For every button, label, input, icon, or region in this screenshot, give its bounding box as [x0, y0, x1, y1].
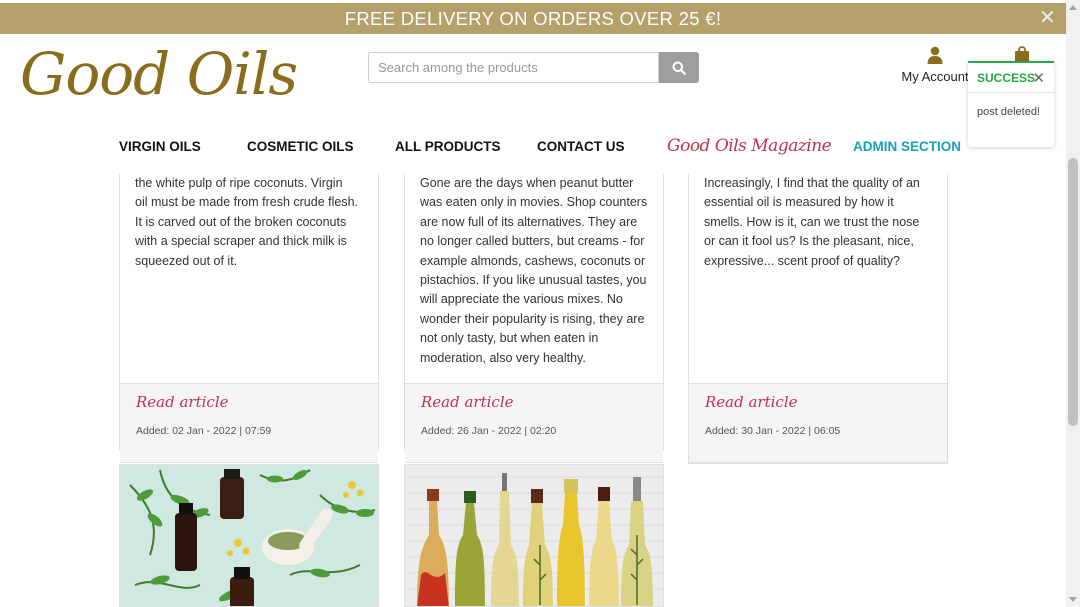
excerpt-line: oil must be made from fresh crude flesh.: [135, 195, 359, 210]
excerpt-line: will appreciate the various mixes. No: [420, 292, 623, 307]
card-footer: Read article Added: 26 Jan - 2022 | 02:2…: [405, 383, 663, 463]
card-footer: Read article Added: 02 Jan - 2022 | 07:5…: [120, 383, 378, 463]
excerpt-line: Gone are the days when peanut butter: [420, 176, 634, 190]
card-footer: Read article Added: 30 Jan - 2022 | 06:0…: [689, 383, 947, 463]
promo-close-icon[interactable]: ✕: [1039, 3, 1056, 34]
scroll-up-icon[interactable]: [1069, 5, 1077, 10]
site-logo[interactable]: Good Oils: [20, 40, 298, 108]
read-article-link[interactable]: Read article: [421, 393, 514, 411]
toast-title: SUCCESS: [977, 71, 1036, 85]
herbs-oils-illustration: [120, 465, 378, 606]
article-card: the white pulp of ripe coconuts. Virgin …: [119, 174, 379, 463]
search-input[interactable]: [368, 52, 659, 83]
excerpt-line: It is carved out of the broken coconuts: [135, 214, 347, 229]
promo-banner: FREE DELIVERY ON ORDERS OVER 25 €! ✕: [0, 3, 1066, 34]
user-icon: [927, 46, 943, 64]
search-icon: [672, 61, 686, 75]
toast-message: post deleted!: [977, 106, 1040, 118]
main-nav: VIRGIN OILS COSMETIC OILS ALL PRODUCTS C…: [0, 136, 1066, 159]
excerpt-line: expressive... scent proof of quality?: [704, 253, 900, 268]
nav-virgin-oils[interactable]: VIRGIN OILS: [119, 139, 201, 154]
added-date: Added: 26 Jan - 2022 | 02:20: [421, 425, 557, 437]
excerpt-line: the white pulp of ripe coconuts. Virgin: [135, 176, 343, 190]
promo-text: FREE DELIVERY ON ORDERS OVER 25 €!: [344, 8, 722, 29]
shopping-bag-icon[interactable]: [1014, 46, 1030, 62]
excerpt-line: was eaten only in movies. Shop counters: [420, 195, 648, 210]
added-date: Added: 30 Jan - 2022 | 06:05: [705, 425, 841, 437]
excerpt-line: Increasingly, I find that the quality of…: [704, 176, 920, 190]
excerpt-line: with a special scraper and thick milk is: [135, 234, 347, 249]
oil-bottles-image[interactable]: [404, 464, 664, 607]
article-card: Gone are the days when peanut butter was…: [404, 174, 664, 463]
nav-cosmetic-oils[interactable]: COSMETIC OILS: [247, 139, 354, 154]
excerpt-line: are now full of its alternatives. They a…: [420, 214, 638, 229]
excerpt-line: squeezed out of it.: [135, 253, 238, 268]
excerpt-line: example almonds, cashews, coconuts or: [420, 253, 646, 268]
excerpt-line: not only tasty, but when eaten in: [420, 331, 599, 346]
article-excerpt: the white pulp of ripe coconuts. Virgin …: [120, 174, 378, 271]
excerpt-line: no longer called butters, but creams - f…: [420, 234, 645, 249]
article-excerpt: Gone are the days when peanut butter was…: [405, 174, 663, 368]
added-date: Added: 02 Jan - 2022 | 07:59: [136, 425, 272, 437]
page-scrollbar[interactable]: [1066, 0, 1080, 607]
my-account-label: My Account: [901, 69, 969, 84]
excerpt-line: essential oil is measured by how it: [704, 195, 894, 210]
nav-magazine[interactable]: Good Oils Magazine: [667, 136, 832, 156]
read-article-link[interactable]: Read article: [136, 393, 229, 411]
scroll-thumb[interactable]: [1068, 158, 1078, 426]
excerpt-line: wonder their popularity is rising, they …: [420, 311, 645, 326]
toast-close-icon[interactable]: ✕: [1032, 69, 1045, 87]
nav-contact-us[interactable]: CONTACT US: [537, 139, 625, 154]
read-article-link[interactable]: Read article: [705, 393, 798, 411]
success-toast: SUCCESS ✕ post deleted!: [968, 61, 1054, 147]
my-account-link[interactable]: My Account: [900, 46, 970, 84]
excerpt-line: or can it fool us? Is the pleasant, nice…: [704, 234, 914, 249]
nav-admin-section[interactable]: ADMIN SECTION: [853, 139, 961, 154]
search-bar: [368, 52, 699, 83]
excerpt-line: smells. How is it, can we trust the nose: [704, 214, 920, 229]
search-button[interactable]: [659, 52, 699, 83]
oil-bottles-illustration: [405, 465, 663, 606]
article-card: Increasingly, I find that the quality of…: [688, 174, 948, 464]
article-excerpt: Increasingly, I find that the quality of…: [689, 174, 947, 271]
excerpt-line: pistachios. If you like unusual tastes, …: [420, 273, 647, 288]
scroll-down-icon[interactable]: [1069, 597, 1077, 602]
herbs-oils-image[interactable]: [119, 464, 379, 607]
nav-all-products[interactable]: ALL PRODUCTS: [395, 139, 501, 154]
excerpt-line: moderation, also very healthy.: [420, 350, 586, 365]
